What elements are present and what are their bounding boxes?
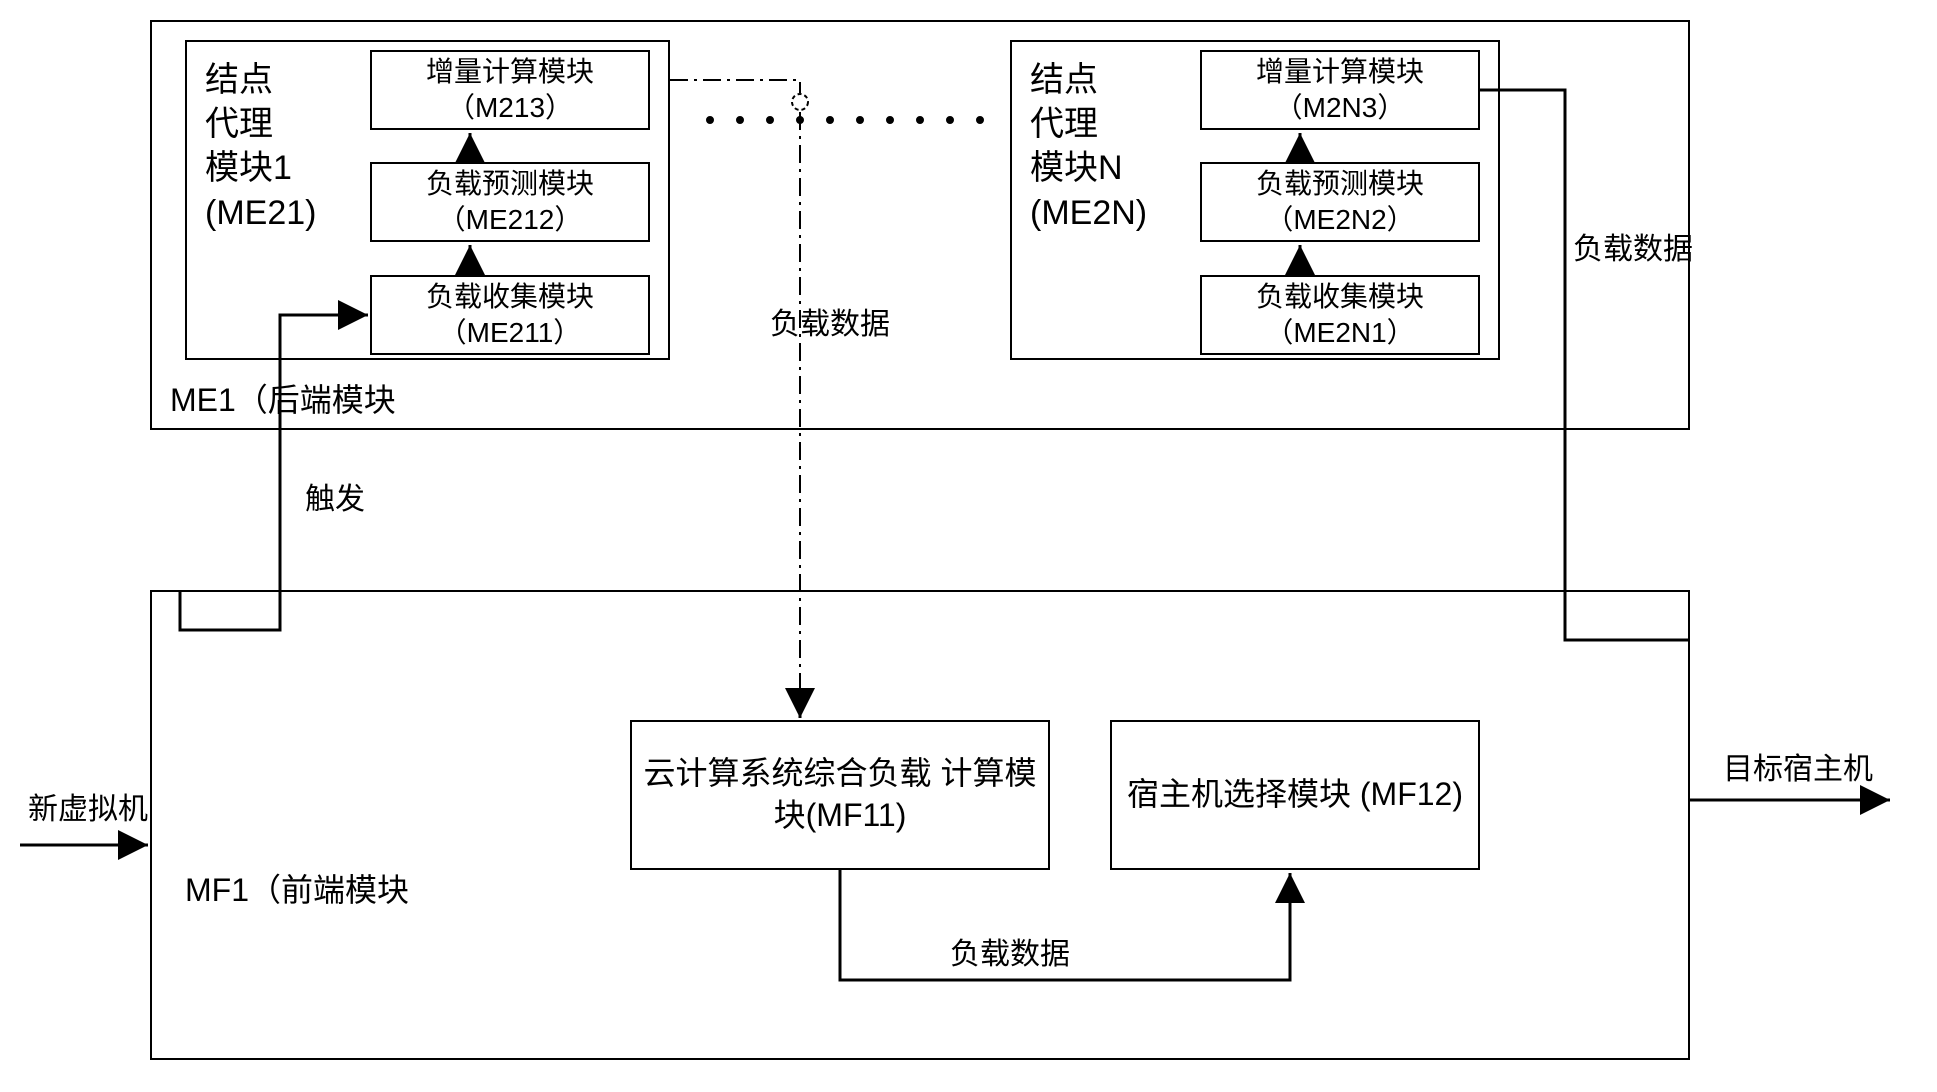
node-proxy-1-title: 结点 代理 模块1 (ME21) xyxy=(205,58,316,235)
load-data-mid-label: 负载数据 xyxy=(770,305,890,344)
noden-incr-label: 增量计算模块 （M2N3） xyxy=(1202,54,1478,127)
node-proxy-n-title: 结点 代理 模块N (ME2N) xyxy=(1030,58,1147,235)
load-data-bottom-label: 负载数据 xyxy=(950,935,1070,974)
load-data-right-label: 负载数据 xyxy=(1573,230,1693,269)
me1-caption: ME1（后端模块 xyxy=(170,380,396,422)
mf12-select-label: 宿主机选择模块 (MF12) xyxy=(1127,774,1463,816)
mf12-select-box: 宿主机选择模块 (MF12) xyxy=(1110,720,1480,870)
node1-pred-label: 负载预测模块 （ME212） xyxy=(372,166,648,239)
mf11-calc-label: 云计算系统综合负载 计算模块(MF11) xyxy=(632,753,1048,836)
noden-coll-box: 负载收集模块 （ME2N1） xyxy=(1200,275,1480,355)
noden-pred-box: 负载预测模块 （ME2N2） xyxy=(1200,162,1480,242)
node1-incr-label: 增量计算模块 （M213） xyxy=(372,54,648,127)
trigger-label: 触发 xyxy=(305,480,365,519)
mf11-calc-box: 云计算系统综合负载 计算模块(MF11) xyxy=(630,720,1050,870)
node1-pred-box: 负载预测模块 （ME212） xyxy=(370,162,650,242)
node1-coll-box: 负载收集模块 （ME211） xyxy=(370,275,650,355)
new-vm-label: 新虚拟机 xyxy=(28,790,148,829)
noden-pred-label: 负载预测模块 （ME2N2） xyxy=(1202,166,1478,239)
target-host-label: 目标宿主机 xyxy=(1723,750,1873,789)
node1-incr-box: 增量计算模块 （M213） xyxy=(370,50,650,130)
node1-coll-label: 负载收集模块 （ME211） xyxy=(372,279,648,352)
noden-incr-box: 增量计算模块 （M2N3） xyxy=(1200,50,1480,130)
mf1-caption: MF1（前端模块 xyxy=(185,870,409,912)
noden-coll-label: 负载收集模块 （ME2N1） xyxy=(1202,279,1478,352)
